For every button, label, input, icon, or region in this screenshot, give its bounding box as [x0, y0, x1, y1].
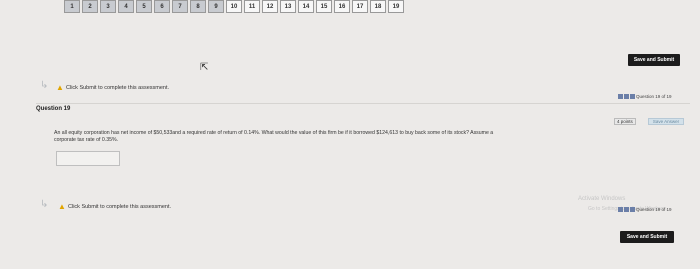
submit-notice: Click Submit to complete this assessment… — [66, 85, 170, 91]
save-and-submit-button-top[interactable]: Save and Submit — [628, 54, 680, 66]
question-nav-button-1[interactable]: 1 — [64, 0, 80, 13]
points-badge: 4 points — [614, 118, 636, 125]
nav-square-icon[interactable] — [624, 207, 629, 212]
warning-icon: ▲ — [58, 202, 66, 211]
warning-icon: ▲ — [56, 83, 64, 92]
nav-square-icon[interactable] — [618, 94, 623, 99]
question-nav-button-16[interactable]: 16 — [334, 0, 350, 13]
mouse-cursor-icon: ⇱ — [200, 62, 209, 73]
question-counter-bottom: Question 19 of 19 — [618, 207, 672, 212]
save-answer-button[interactable]: Save Answer — [648, 118, 684, 125]
question-nav-button-7[interactable]: 7 — [172, 0, 188, 13]
question-counter: Question 19 of 19 — [618, 94, 672, 99]
nav-square-icon[interactable] — [630, 207, 635, 212]
question-text: An all equity corporation has net income… — [54, 130, 654, 144]
question-nav-button-10[interactable]: 10 — [226, 0, 242, 13]
question-title: Question 19 — [36, 106, 71, 112]
arrow-icon: ↳ — [40, 80, 49, 91]
nav-square-icon[interactable] — [618, 207, 623, 212]
question-nav-button-18[interactable]: 18 — [370, 0, 386, 13]
nav-square-icon[interactable] — [624, 94, 629, 99]
question-nav-button-13[interactable]: 13 — [280, 0, 296, 13]
question-nav-button-4[interactable]: 4 — [118, 0, 134, 13]
submit-notice-bottom: Click Submit to complete this assessment… — [68, 204, 172, 210]
arrow-icon: ↳ — [40, 199, 49, 210]
answer-input[interactable] — [56, 151, 120, 166]
question-text-line: corporate tax rate of 0.35%. — [54, 137, 119, 143]
divider — [36, 103, 690, 104]
question-nav-button-8[interactable]: 8 — [190, 0, 206, 13]
question-nav-button-5[interactable]: 5 — [136, 0, 152, 13]
nav-square-icon[interactable] — [630, 94, 635, 99]
question-nav-button-2[interactable]: 2 — [82, 0, 98, 13]
windows-watermark: Activate Windows — [578, 196, 626, 202]
question-nav-button-9[interactable]: 9 — [208, 0, 224, 13]
question-nav-button-11[interactable]: 11 — [244, 0, 260, 13]
question-nav-button-3[interactable]: 3 — [100, 0, 116, 13]
question-nav-button-19[interactable]: 19 — [388, 0, 404, 13]
question-counter-label: Question 19 of 19 — [636, 94, 672, 99]
question-counter-label: Question 19 of 19 — [636, 207, 672, 212]
save-and-submit-button-bottom[interactable]: Save and Submit — [620, 231, 674, 243]
question-navigation: 1 2 3 4 5 6 7 8 9 10 11 12 13 14 15 16 17 18 19 — [64, 0, 404, 14]
question-nav-button-12[interactable]: 12 — [262, 0, 278, 13]
question-nav-button-6[interactable]: 6 — [154, 0, 170, 13]
question-nav-button-14[interactable]: 14 — [298, 0, 314, 13]
question-nav-button-17[interactable]: 17 — [352, 0, 368, 13]
question-text-line: An all equity corporation has net income… — [54, 130, 494, 136]
question-nav-button-15[interactable]: 15 — [316, 0, 332, 13]
